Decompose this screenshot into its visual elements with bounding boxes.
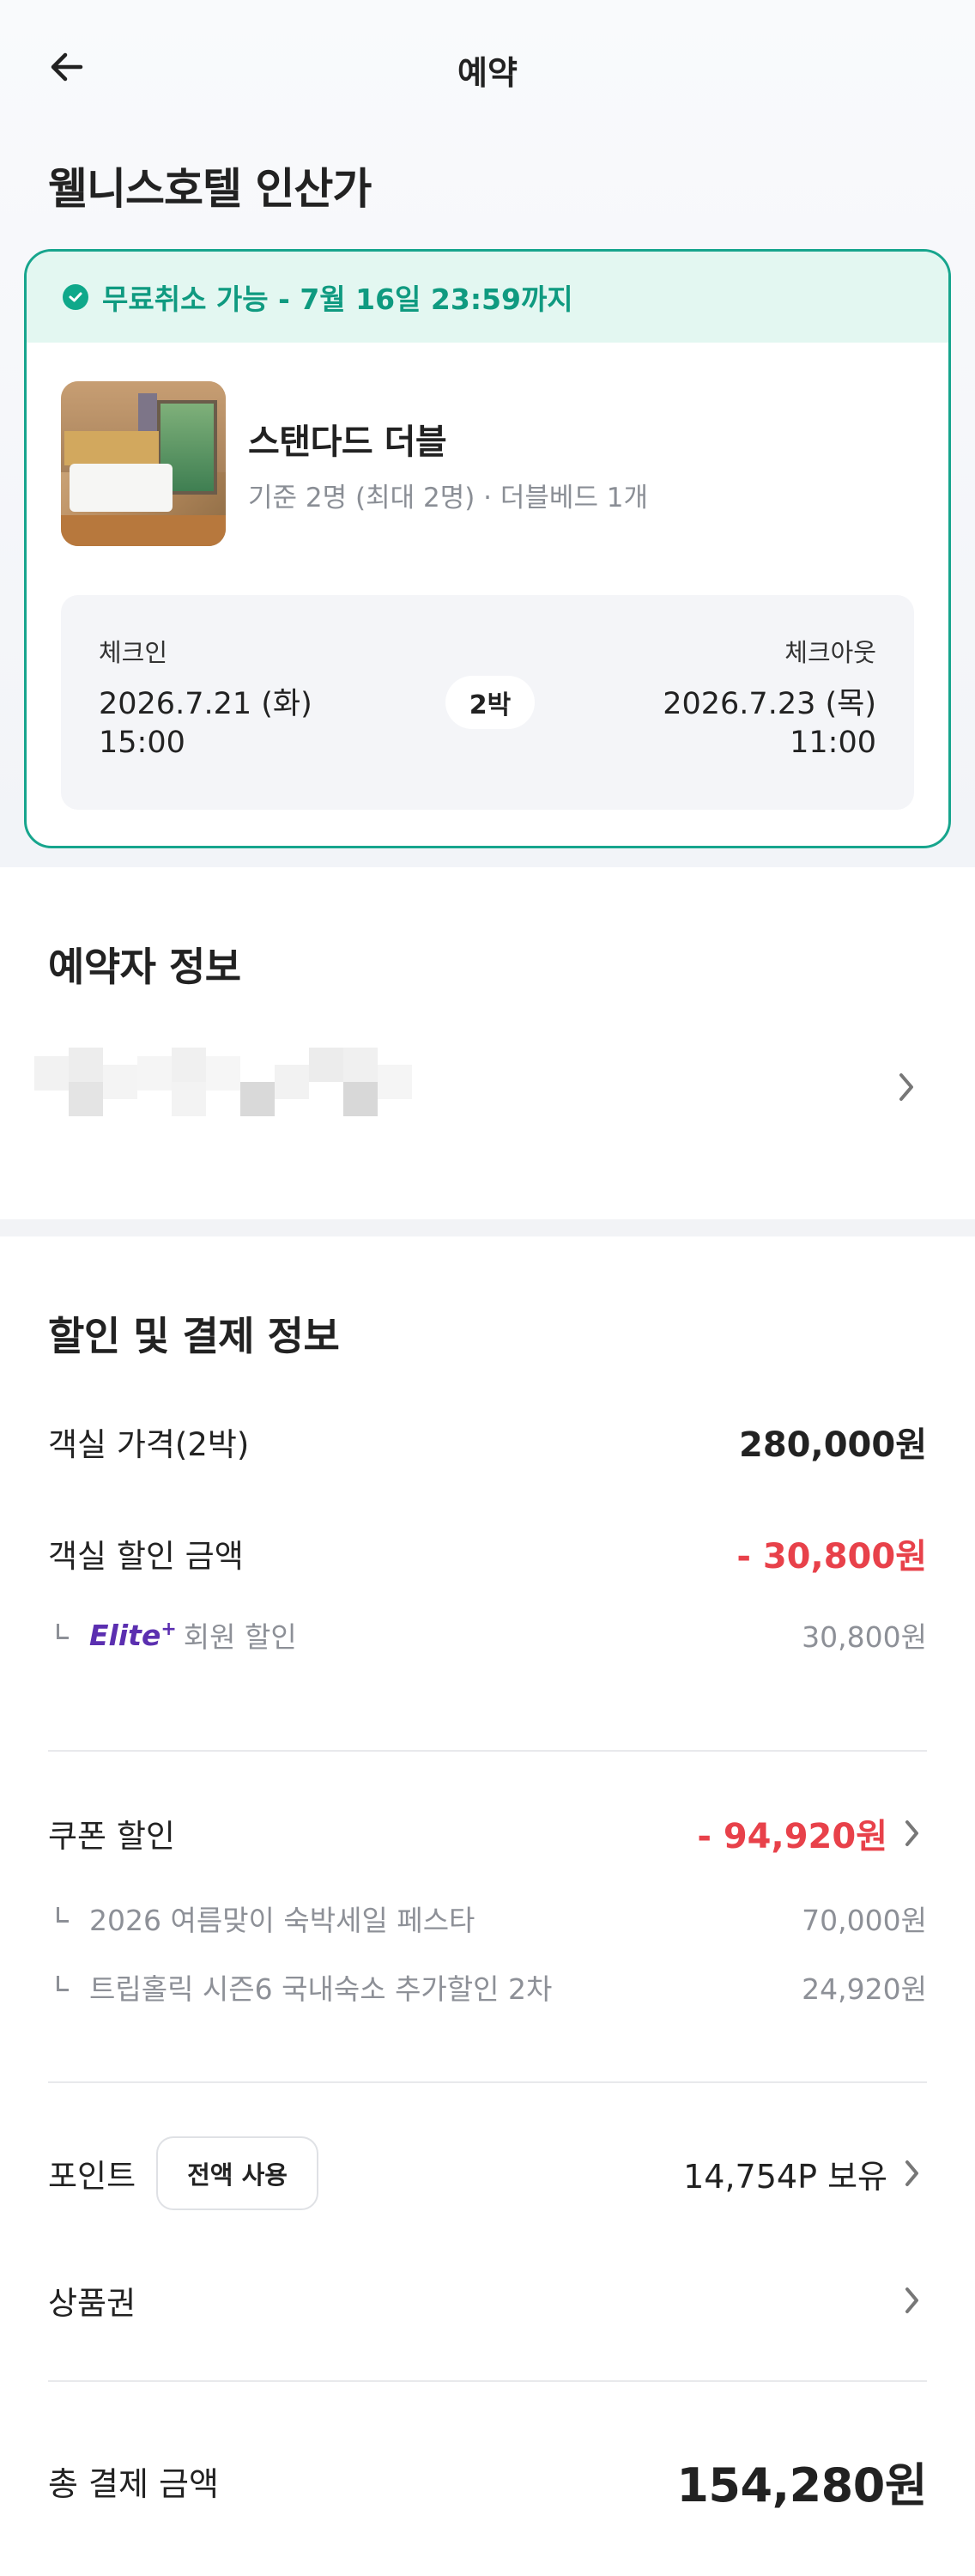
chevron-right-icon (898, 2283, 927, 2318)
hotel-name: 웰니스호텔 인산가 (48, 164, 372, 214)
checkout-time: 11:00 (790, 726, 876, 760)
coupon-item-value: 24,920원 (802, 1972, 927, 2006)
payment-title: 할인 및 결제 정보 (48, 1313, 340, 1359)
room-photo (61, 381, 226, 546)
free-cancel-banner: 무료취소 가능 - 7월 16일 23:59까지 (27, 252, 948, 343)
coupon-item-label: 2026 여름맞이 숙박세일 페스타 (89, 1904, 475, 1937)
coupon-item-label: 트립홀릭 시즌6 국내숙소 추가할인 2차 (89, 1972, 553, 2006)
coupon-row[interactable]: 쿠폰 할인 - 94,920원 (48, 1808, 927, 1858)
booker-title: 예약자 정보 (48, 944, 241, 990)
point-label: 포인트 (48, 2158, 136, 2195)
divider (48, 2380, 927, 2382)
booker-info-blurred[interactable] (34, 1048, 438, 1125)
divider (48, 2081, 927, 2083)
voucher-label: 상품권 (48, 2285, 136, 2322)
member-discount-row: Elite+ 회원 할인 30,800원 (48, 1614, 927, 1656)
total-row: 총 결제 금액 154,280원 (48, 2447, 927, 2515)
checkin-label: 체크인 (99, 638, 168, 667)
room-price-label: 객실 가격(2박) (48, 1426, 250, 1463)
chevron-right-icon (898, 2156, 927, 2190)
point-row: 포인트 전액 사용 14,754P 보유 (48, 2136, 927, 2210)
room-info: 스탠다드 더블 기준 2명 (최대 2명) · 더블베드 1개 (248, 414, 648, 514)
room-name: 스탠다드 더블 (248, 422, 447, 462)
coupon-item: 트립홀릭 시즌6 국내숙소 추가할인 2차 24,920원 (48, 1966, 927, 2008)
coupon-value: - 94,920원 (697, 1817, 887, 1856)
app-bar: 예약 (0, 34, 975, 100)
coupon-label: 쿠폰 할인 (48, 1818, 175, 1855)
check-circle-icon (63, 284, 88, 310)
total-label: 총 결제 금액 (48, 2465, 219, 2503)
use-all-points-button[interactable]: 전액 사용 (156, 2136, 318, 2210)
checkout-label: 체크아웃 (784, 638, 876, 667)
room-meta: 기준 2명 (최대 2명) · 더블베드 1개 (248, 482, 649, 513)
room-discount-label: 객실 할인 금액 (48, 1538, 244, 1575)
chevron-right-icon[interactable] (889, 1070, 924, 1104)
stay-dates-box: 체크인 2026.7.21 (화) 15:00 2박 체크아웃 2026.7.2… (61, 595, 914, 810)
voucher-select[interactable] (887, 2283, 927, 2318)
payment-section: 할인 및 결제 정보 객실 가격(2박) 280,000원 객실 할인 금액 -… (0, 1236, 975, 2576)
member-discount-value: 30,800원 (802, 1620, 927, 1654)
sub-item-marker (57, 1624, 69, 1639)
checkin-date: 2026.7.21 (화) (99, 687, 312, 721)
sub-item-marker (57, 1976, 69, 1991)
elite-badge: Elite+ (89, 1618, 177, 1652)
coupon-select[interactable]: - 94,920원 (697, 1808, 927, 1858)
room-price-value: 280,000원 (739, 1425, 927, 1465)
divider (48, 1750, 927, 1752)
nights-badge: 2박 (445, 676, 535, 729)
coupon-item: 2026 여름맞이 숙박세일 페스타 70,000원 (48, 1898, 927, 1939)
coupon-item-value: 70,000원 (802, 1904, 927, 1937)
total-value: 154,280원 (676, 2458, 927, 2512)
room-price-row: 객실 가격(2박) 280,000원 (48, 1417, 927, 1467)
room-discount-value: - 30,800원 (736, 1537, 927, 1577)
section-divider (0, 1219, 975, 1236)
page-title: 예약 (457, 54, 518, 92)
checkout-date: 2026.7.23 (목) (663, 687, 876, 721)
chevron-right-icon (898, 1816, 927, 1850)
checkin-time: 15:00 (99, 726, 185, 760)
free-cancel-text: 무료취소 가능 - 7월 16일 23:59까지 (102, 283, 573, 316)
top-area: 예약 웰니스호텔 인산가 무료취소 가능 - 7월 16일 23:59까지 스탠… (0, 0, 975, 867)
member-discount-label: 회원 할인 (183, 1620, 297, 1654)
booker-section: 예약자 정보 (0, 867, 975, 1219)
booking-card: 무료취소 가능 - 7월 16일 23:59까지 스탠다드 더블 기준 2명 (… (24, 249, 951, 848)
room-row: 스탠다드 더블 기준 2명 (최대 2명) · 더블베드 1개 (61, 381, 648, 546)
point-select[interactable]: 14,754P 보유 (683, 2150, 927, 2197)
sub-item-marker (57, 1907, 69, 1923)
voucher-row[interactable]: 상품권 (48, 2277, 927, 2324)
point-balance: 14,754P 보유 (683, 2157, 887, 2196)
room-discount-row: 객실 할인 금액 - 30,800원 (48, 1528, 927, 1578)
